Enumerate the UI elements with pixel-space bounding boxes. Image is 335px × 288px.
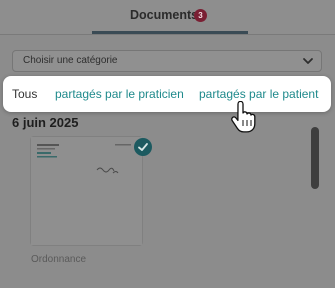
hand-pointer-cursor-icon [231,101,256,133]
filter-option-patient[interactable]: partagés par le patient [199,87,318,101]
category-select[interactable]: Choisir une catégorie [12,50,322,72]
selected-check-icon[interactable] [134,138,152,156]
filter-popover: Tous partagés par le praticien partagés … [3,76,331,112]
filter-option-practitioner[interactable]: partagés par le praticien [55,87,184,101]
document-thumbnail [31,137,142,245]
documents-count-badge: 3 [194,9,207,22]
date-group-heading: 6 juin 2025 [12,115,79,130]
documents-header: Documents 3 [0,0,335,34]
header-title[interactable]: Documents [130,8,198,22]
chevron-down-icon [303,58,313,64]
category-select-value: Choisir une catégorie [23,55,118,66]
document-card[interactable] [30,136,143,246]
document-label: Ordonnance [31,254,87,265]
scrollbar-thumb[interactable] [311,127,319,189]
header-divider [0,34,335,35]
filter-option-all[interactable]: Tous [12,87,37,101]
